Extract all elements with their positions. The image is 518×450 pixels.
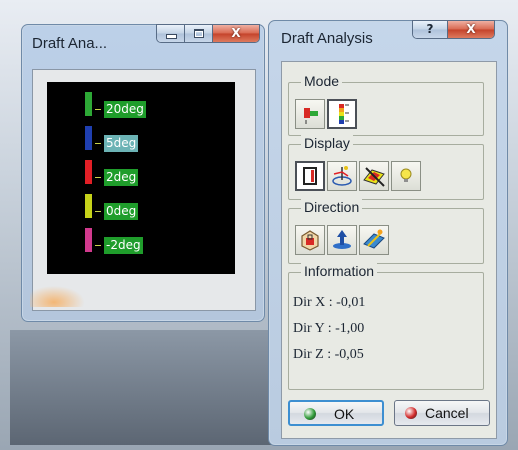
legend-swatch-5deg xyxy=(85,126,92,150)
cancel-icon xyxy=(405,407,417,419)
light-bulb-button[interactable] xyxy=(391,161,421,191)
minimize-button[interactable] xyxy=(157,25,185,42)
dialog-title: Draft Analysis xyxy=(281,30,373,47)
minimize-icon xyxy=(166,34,177,39)
legend-tick xyxy=(95,109,101,110)
light-bulb-icon xyxy=(400,168,412,182)
scale-window-title: Draft Ana... xyxy=(32,35,108,52)
legend-swatch-2deg xyxy=(85,160,92,184)
legend-swatch-0deg xyxy=(85,194,92,218)
legend-label-0deg[interactable]: 0deg xyxy=(104,203,139,220)
direction-arrow-button[interactable] xyxy=(327,225,357,255)
information-group: Information Dir X : -0,01 Dir Y : -1,00 … xyxy=(288,263,484,390)
ok-button[interactable]: OK xyxy=(288,400,384,426)
on-the-fly-button[interactable] xyxy=(327,161,357,191)
legend-label-neg2deg[interactable]: -2deg xyxy=(104,237,143,254)
direction-group: Direction xyxy=(288,199,484,264)
close-icon: X xyxy=(231,26,241,40)
color-scale-button[interactable] xyxy=(295,161,325,191)
direction-x-value: Dir X : -0,01 xyxy=(293,295,366,310)
close-icon: X xyxy=(466,22,476,36)
direction-arrow-icon xyxy=(333,230,351,249)
crossed-color-button[interactable] xyxy=(359,161,389,191)
scale-window-client: 20deg 5deg 2deg 0deg -2deg xyxy=(32,69,256,311)
legend-tick xyxy=(95,177,101,178)
legend-tick xyxy=(95,211,101,212)
legend-swatch-neg2deg xyxy=(85,228,92,252)
help-icon: ? xyxy=(426,22,434,36)
desktop-shadow-area xyxy=(10,330,280,445)
dialog-close-button[interactable]: X xyxy=(448,21,494,38)
close-button[interactable]: X xyxy=(213,25,259,42)
legend-label-5deg[interactable]: 5deg xyxy=(104,135,139,152)
window-glow-decoration xyxy=(30,283,90,307)
mode-group: Mode xyxy=(288,73,484,136)
color-scale-panel: 20deg 5deg 2deg 0deg -2deg xyxy=(47,82,235,274)
compass-direction-button[interactable] xyxy=(359,225,389,255)
on-the-fly-icon xyxy=(332,166,352,186)
mode-group-title: Mode xyxy=(301,73,343,89)
compass-direction-icon xyxy=(363,229,385,249)
lock-direction-button[interactable] xyxy=(295,225,325,255)
information-group-title: Information xyxy=(301,263,378,279)
direction-y-value: Dir Y : -1,00 xyxy=(293,321,365,336)
ok-label: OK xyxy=(334,406,355,422)
draft-analysis-scale-window: Draft Ana... X 20deg 5deg 2deg 0deg -2de… xyxy=(21,24,265,322)
legend-tick xyxy=(95,245,101,246)
cancel-label: Cancel xyxy=(425,405,469,421)
caption-buttons: X xyxy=(156,24,260,43)
direction-z-value: Dir Z : -0,05 xyxy=(293,347,364,362)
legend-label-2deg[interactable]: 2deg xyxy=(104,169,139,186)
display-group: Display xyxy=(288,135,484,200)
draft-mode-simple-button[interactable] xyxy=(295,99,325,129)
lock-direction-icon xyxy=(301,230,319,251)
legend-tick xyxy=(95,143,101,144)
help-button[interactable]: ? xyxy=(413,21,448,38)
maximize-icon xyxy=(194,29,204,38)
dialog-caption-buttons: ? X xyxy=(412,20,495,39)
legend-label-20deg[interactable]: 20deg xyxy=(104,101,146,118)
draft-mode-full-button[interactable] xyxy=(327,99,357,129)
ok-icon xyxy=(304,408,316,420)
cancel-button[interactable]: Cancel xyxy=(394,400,490,426)
color-scale-icon xyxy=(303,167,317,185)
draft-mode-full-icon xyxy=(339,104,349,124)
draft-analysis-dialog: Draft Analysis ? X Mode Display Directio… xyxy=(268,20,508,446)
maximize-button[interactable] xyxy=(185,25,213,42)
dialog-client: Mode Display Direction Information Dir X… xyxy=(281,61,497,439)
crossed-color-icon xyxy=(363,167,385,187)
display-group-title: Display xyxy=(301,135,353,151)
legend-swatch-20deg xyxy=(85,92,92,116)
draft-mode-simple-icon xyxy=(304,108,318,124)
direction-group-title: Direction xyxy=(301,199,363,215)
